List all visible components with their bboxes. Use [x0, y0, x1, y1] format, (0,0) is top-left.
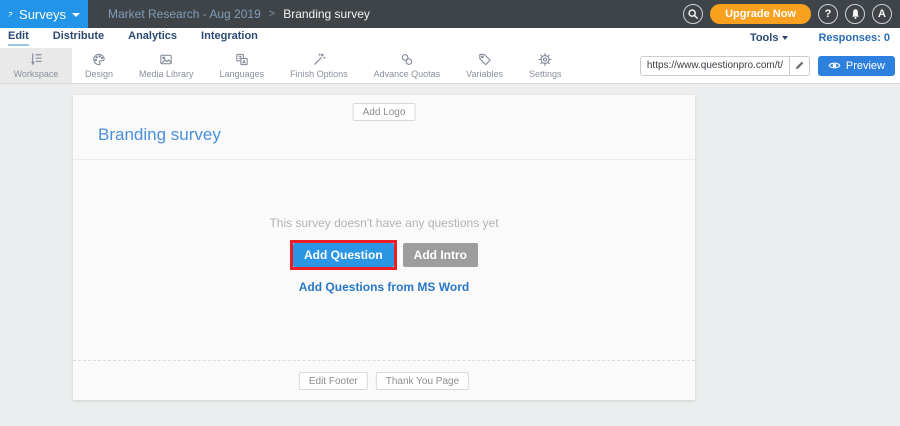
question-actions: Add Question Add Intro: [290, 240, 478, 270]
responses-counter[interactable]: Responses: 0: [818, 32, 890, 44]
chain-icon: [399, 52, 415, 67]
gear-icon: [537, 52, 553, 67]
toolbar-right: Preview: [640, 48, 900, 83]
tab-edit[interactable]: Edit: [8, 30, 29, 46]
upgrade-now-button[interactable]: Upgrade Now: [710, 4, 811, 24]
surveys-app-menu[interactable]: Surveys: [0, 0, 88, 28]
chevron-down-icon: [782, 36, 788, 40]
breadcrumb-parent[interactable]: Market Research - Aug 2019: [108, 7, 261, 21]
section-tabs: Edit Distribute Analytics Integration: [8, 30, 258, 46]
breadcrumb: Market Research - Aug 2019 > Branding su…: [108, 7, 370, 21]
footer-divider: [73, 360, 695, 361]
chevron-down-icon: [72, 13, 80, 17]
footer-actions: Edit Footer Thank You Page: [299, 372, 469, 390]
translate-icon: [234, 52, 250, 67]
toolbar-item-label: Advance Quotas: [374, 69, 441, 79]
image-icon: [158, 52, 174, 67]
annotation-highlight-box: Add Question: [290, 240, 397, 270]
search-button[interactable]: [683, 4, 703, 24]
breadcrumb-current: Branding survey: [283, 7, 370, 21]
toolbar-item-media-library[interactable]: Media Library: [126, 48, 207, 83]
survey-card: Add Logo Branding survey This survey doe…: [73, 95, 695, 400]
toolbar-item-finish-options[interactable]: Finish Options: [277, 48, 361, 83]
add-questions-ms-word-link[interactable]: Add Questions from MS Word: [73, 280, 695, 294]
workspace-icon: [28, 52, 44, 67]
tabbar-right: Tools Responses: 0: [750, 32, 890, 44]
question-mark-icon: ?: [825, 8, 832, 20]
toolbar-item-label: Variables: [466, 69, 503, 79]
toolbar-item-design[interactable]: Design: [72, 48, 126, 83]
questionpro-survey-editor: Surveys Market Research - Aug 2019 > Bra…: [0, 0, 900, 426]
toolbar-item-label: Workspace: [14, 69, 59, 79]
responses-label: Responses:: [818, 32, 880, 44]
edit-url-button[interactable]: [789, 56, 809, 76]
survey-title[interactable]: Branding survey: [98, 125, 221, 145]
tools-menu[interactable]: Tools: [750, 32, 789, 44]
breadcrumb-separator: >: [269, 8, 275, 20]
eye-icon: [828, 61, 841, 70]
toolbar-item-label: Settings: [529, 69, 562, 79]
wand-icon: [311, 52, 327, 67]
tab-integration[interactable]: Integration: [201, 30, 258, 46]
add-question-button[interactable]: Add Question: [293, 243, 394, 267]
tab-distribute[interactable]: Distribute: [53, 30, 104, 46]
toolbar-item-languages[interactable]: Languages: [207, 48, 278, 83]
survey-url-input[interactable]: [641, 57, 789, 75]
bell-icon: [850, 8, 861, 20]
top-bar: Surveys Market Research - Aug 2019 > Bra…: [0, 0, 900, 28]
section-tab-bar: Edit Distribute Analytics Integration To…: [0, 28, 900, 48]
toolbar-item-label: Design: [85, 69, 113, 79]
app-menu-label: Surveys: [19, 7, 66, 22]
avatar-initial: A: [878, 8, 886, 20]
questionpro-logo-icon: [8, 6, 13, 23]
edit-footer-button[interactable]: Edit Footer: [299, 372, 368, 390]
editor-toolbar: Workspace Design Media Library: [0, 48, 900, 84]
help-button[interactable]: ?: [818, 4, 838, 24]
responses-count: 0: [884, 32, 890, 44]
tools-menu-label: Tools: [750, 32, 779, 44]
palette-icon: [91, 52, 107, 67]
preview-button[interactable]: Preview: [818, 56, 895, 76]
toolbar-item-advance-quotas[interactable]: Advance Quotas: [361, 48, 454, 83]
topbar-actions: Upgrade Now ? A: [683, 4, 900, 24]
toolbar-item-label: Languages: [220, 69, 265, 79]
toolbar-item-label: Finish Options: [290, 69, 348, 79]
main-content: Add Logo Branding survey This survey doe…: [0, 84, 900, 426]
thank-you-page-button[interactable]: Thank You Page: [376, 372, 469, 390]
tag-icon: [477, 52, 493, 67]
notifications-button[interactable]: [845, 4, 865, 24]
account-avatar[interactable]: A: [872, 4, 892, 24]
toolbar-item-label: Media Library: [139, 69, 194, 79]
tab-analytics[interactable]: Analytics: [128, 30, 177, 46]
search-icon: [687, 8, 699, 20]
title-divider: [73, 159, 695, 160]
add-intro-button[interactable]: Add Intro: [403, 243, 478, 267]
add-logo-button[interactable]: Add Logo: [353, 103, 416, 121]
preview-button-label: Preview: [846, 60, 885, 72]
toolbar-item-variables[interactable]: Variables: [453, 48, 516, 83]
toolbar-item-workspace[interactable]: Workspace: [0, 48, 72, 83]
pencil-icon: [794, 60, 805, 71]
empty-survey-message: This survey doesn't have any questions y…: [73, 216, 695, 230]
survey-url-box: [640, 56, 810, 76]
toolbar-item-settings[interactable]: Settings: [516, 48, 575, 83]
